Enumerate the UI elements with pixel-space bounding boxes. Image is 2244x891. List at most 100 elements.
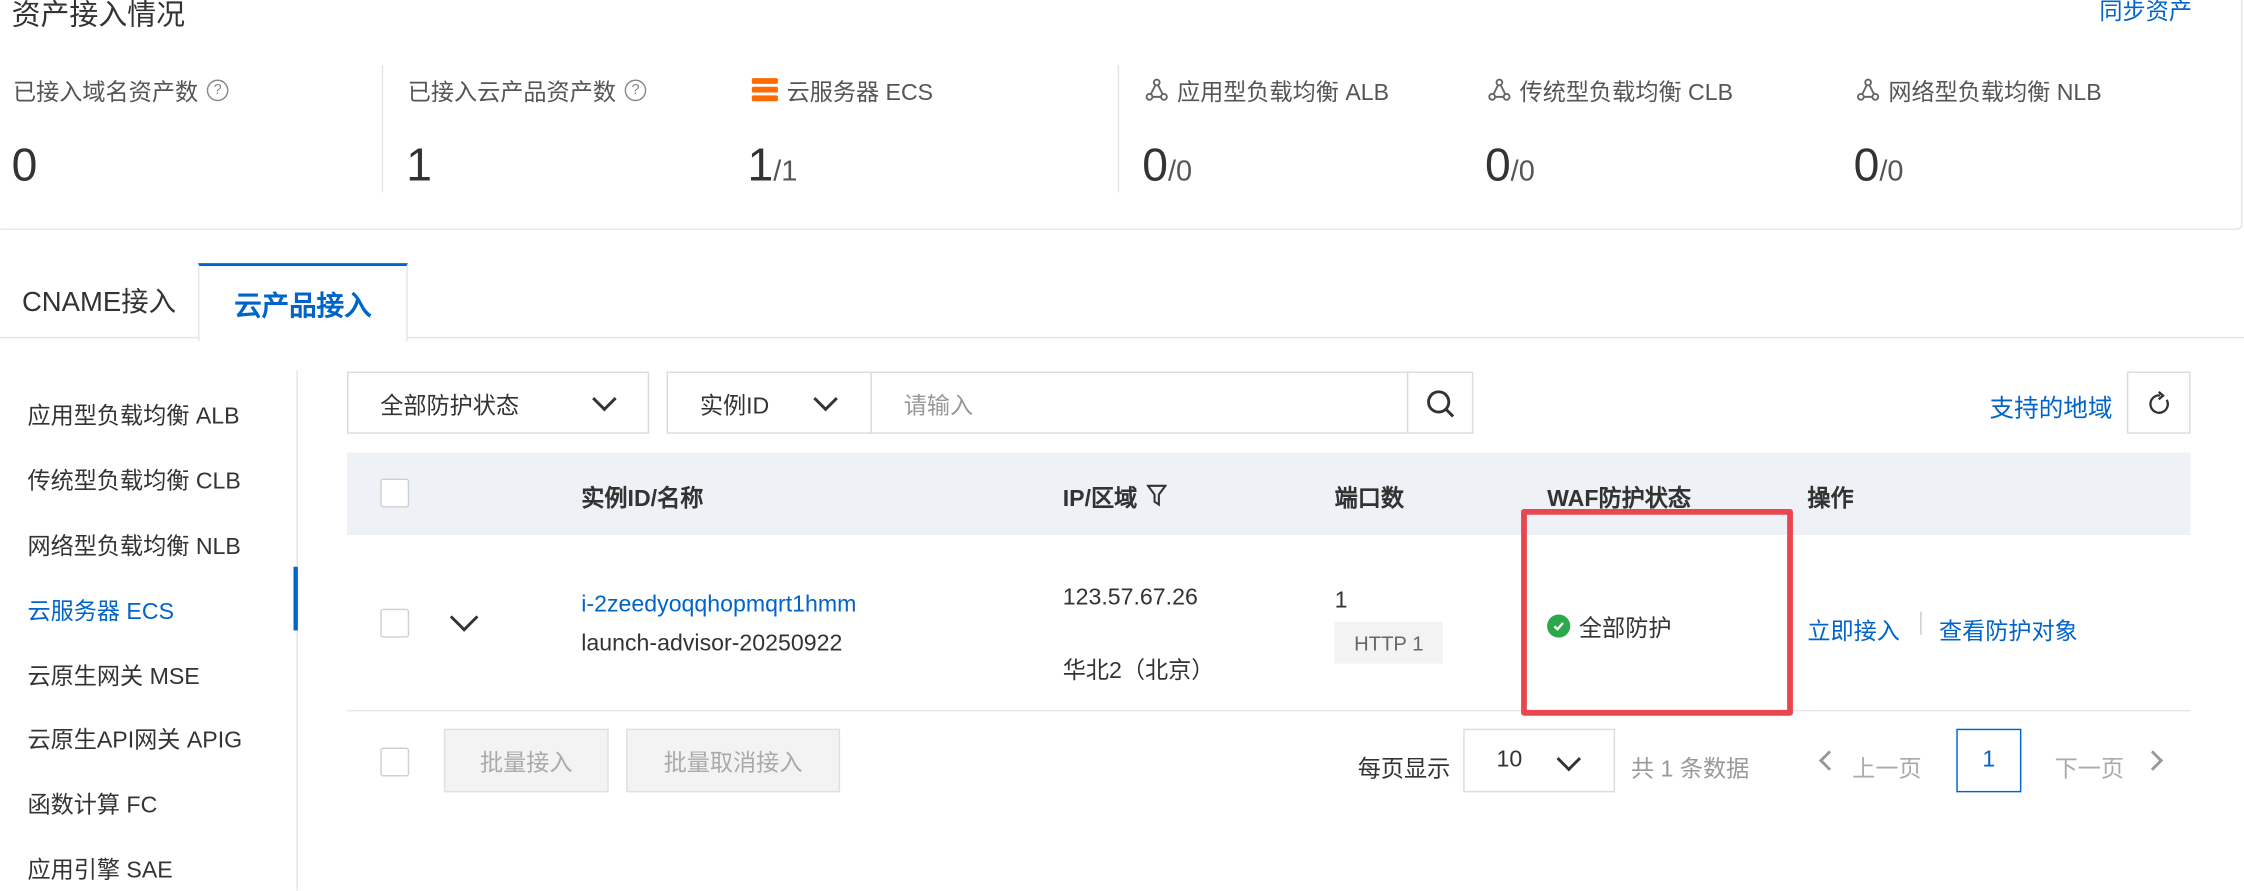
tab-cloud-product[interactable]: 云产品接入	[198, 263, 408, 342]
stat-nlb-value: 0/0	[1854, 139, 1904, 192]
sidebar-item-sae[interactable]: 应用引擎 SAE	[27, 850, 172, 885]
instance-name: launch-advisor-20250922	[581, 631, 843, 657]
stat-value-number: 0	[1142, 138, 1168, 191]
chevron-down-icon	[1556, 746, 1582, 772]
instance-region: 华北2（北京）	[1062, 659, 1215, 684]
sidebar-item-nlb[interactable]: 网络型负载均衡 NLB	[27, 526, 240, 561]
load-balancer-icon	[1488, 78, 1511, 101]
stat-domain-label: 已接入域名资产数 ?	[13, 72, 229, 107]
sidebar-item-ecs[interactable]: 云服务器 ECS	[27, 591, 174, 626]
footer-select-all-checkbox[interactable]	[380, 747, 410, 777]
search-input[interactable]: 请输入	[870, 371, 1409, 434]
ecs-server-icon	[751, 77, 778, 102]
page-size-label: 每页显示	[1357, 757, 1451, 783]
search-button[interactable]	[1406, 371, 1474, 434]
view-protected-objects-link[interactable]: 查看防护对象	[1939, 612, 2078, 647]
divider	[381, 65, 384, 193]
header-instance: 实例ID/名称	[581, 487, 704, 512]
search-icon	[1427, 390, 1455, 418]
protection-status-select[interactable]: 全部防护状态	[347, 371, 650, 434]
stat-value-number: 1	[747, 138, 774, 191]
stat-label-text: 应用型负载均衡 ALB	[1176, 80, 1390, 106]
select-value: 全部防护状态	[380, 394, 520, 419]
waf-status-label: 全部防护	[1578, 617, 1672, 642]
row-divider	[347, 709, 2191, 712]
row-checkbox[interactable]	[380, 608, 410, 638]
refresh-icon	[2149, 390, 2169, 414]
stat-clb-value: 0/0	[1485, 139, 1535, 192]
chevron-down-icon	[813, 386, 838, 412]
stat-value-total: /0	[1879, 156, 1904, 188]
stat-value-number: 0	[1484, 138, 1511, 191]
sync-assets-link[interactable]: 同步资产	[2099, 0, 2192, 26]
instance-id-link[interactable]: i-2zeedyoqqhopmqrt1hmm	[581, 593, 856, 619]
expand-row-chevron-icon[interactable]	[449, 603, 479, 632]
sidebar-item-clb[interactable]: 传统型负载均衡 CLB	[27, 461, 240, 496]
filter-icon[interactable]	[1145, 484, 1167, 507]
batch-connect-button[interactable]: 批量接入	[443, 728, 609, 793]
prev-page-button[interactable]: 上一页	[1852, 749, 1921, 784]
batch-cancel-button[interactable]: 批量取消接入	[626, 728, 841, 793]
load-balancer-icon	[1145, 78, 1168, 101]
supported-regions-link[interactable]: 支持的地域	[1990, 388, 2113, 424]
stat-cloud-label: 已接入云产品资产数 ?	[408, 72, 647, 107]
help-icon[interactable]: ?	[206, 78, 229, 101]
header-waf-status: WAF防护状态	[1547, 487, 1692, 512]
waf-asset-page: 资产接入情况 同步资产 已接入域名资产数 ? 0 已接入云产品资产数 ? 1 云…	[0, 0, 2244, 891]
port-count: 1	[1334, 588, 1348, 614]
stat-label-text: 已接入域名资产数	[13, 80, 199, 106]
stat-alb-label: 应用型负载均衡 ALB	[1145, 72, 1389, 107]
section-title: 资产接入情况	[11, 0, 186, 32]
stat-value-total: /1	[773, 156, 798, 188]
stat-label-text: 已接入云产品资产数	[407, 80, 616, 106]
refresh-button[interactable]	[2126, 371, 2191, 434]
select-all-checkbox[interactable]	[380, 478, 410, 508]
stat-ecs-value: 1/1	[748, 139, 798, 192]
waf-status: 全部防护	[1547, 609, 1671, 644]
stat-clb-label: 传统型负载均衡 CLB	[1488, 72, 1733, 107]
chevron-down-icon	[592, 386, 617, 412]
stat-value-number: 0	[1853, 138, 1880, 191]
stat-label-text: 传统型负载均衡 CLB	[1519, 80, 1734, 106]
stat-cloud-value: 1	[406, 139, 432, 192]
page-number-current[interactable]: 1	[1956, 728, 2022, 793]
header-actions: 操作	[1807, 487, 1854, 512]
tab-cname[interactable]: CNAME接入	[0, 263, 198, 337]
check-circle-icon	[1547, 614, 1571, 638]
sidebar-item-apig[interactable]: 云原生API网关 APIG	[27, 720, 242, 755]
search-placeholder: 请输入	[903, 394, 974, 419]
stat-label-text: 网络型负载均衡 NLB	[1888, 80, 2102, 106]
page-size-select[interactable]: 10	[1463, 728, 1616, 793]
asset-summary-card	[0, 0, 2243, 230]
sidebar-item-mse[interactable]: 云原生网关 MSE	[27, 656, 199, 691]
chevron-right-icon	[2142, 750, 2164, 771]
stat-label-text: 云服务器 ECS	[786, 80, 934, 106]
header-port-count: 端口数	[1334, 487, 1404, 512]
total-count: 共 1 条数据	[1630, 757, 1750, 783]
select-value: 实例ID	[699, 394, 770, 419]
stat-nlb-label: 网络型负载均衡 NLB	[1857, 72, 2102, 107]
sidebar-active-indicator	[293, 566, 298, 631]
instance-ip: 123.57.67.26	[1062, 585, 1198, 611]
load-balancer-icon	[1857, 78, 1880, 101]
chevron-left-icon	[1818, 750, 1840, 771]
header-ip-region-label: IP/区域	[1062, 487, 1138, 512]
sidebar-item-alb[interactable]: 应用型负载均衡 ALB	[27, 396, 239, 431]
search-field-select[interactable]: 实例ID	[666, 371, 872, 434]
sidebar-item-fc[interactable]: 函数计算 FC	[27, 785, 157, 820]
page-size-value: 10	[1496, 747, 1523, 773]
next-page-button[interactable]: 下一页	[2055, 749, 2124, 784]
header-ip-region: IP/区域	[1062, 479, 1167, 514]
stat-ecs-label: 云服务器 ECS	[751, 72, 934, 107]
stat-value-total: /0	[1510, 156, 1535, 188]
connect-now-link[interactable]: 立即接入	[1807, 612, 1900, 647]
stat-value-total: /0	[1167, 156, 1193, 188]
action-separator	[1920, 611, 1922, 635]
stat-alb-value: 0/0	[1142, 139, 1192, 192]
divider	[1117, 65, 1120, 193]
help-icon[interactable]: ?	[624, 78, 647, 101]
port-protocol-tag: HTTP 1	[1334, 621, 1444, 664]
stat-domain-value: 0	[12, 139, 38, 192]
stat-value-number: 0	[11, 138, 38, 191]
stat-value-number: 1	[406, 138, 433, 191]
